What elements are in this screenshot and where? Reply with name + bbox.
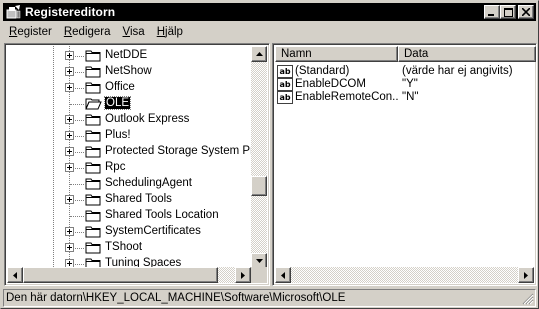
expand-icon[interactable] [65, 115, 74, 124]
arrow-right-icon [524, 271, 528, 279]
registry-values-list[interactable]: Namn Data ab (Standard) (värde har ej angi… [272, 43, 537, 286]
tree-connector [70, 184, 84, 185]
tree-node-label: Shared Tools Location [105, 209, 219, 221]
tree-horizontal-scrollbar[interactable] [7, 267, 251, 283]
folder-icon [85, 81, 102, 94]
tree-node[interactable]: Rpc [7, 160, 251, 176]
expand-icon[interactable] [65, 163, 74, 172]
folder-icon [85, 145, 102, 158]
arrow-down-icon [255, 259, 263, 263]
menu-help[interactable]: Hjälp [151, 26, 189, 38]
arrow-left-icon [281, 271, 285, 279]
tree-node[interactable]: Outlook Express [7, 112, 251, 128]
tree-node[interactable]: Protected Storage System Pr [7, 144, 251, 160]
registry-editor-icon [6, 4, 22, 20]
maximize-icon [503, 7, 513, 17]
status-path: Den här datorn\HKEY_LOCAL_MACHINE\Softwa… [6, 292, 346, 304]
scroll-up-button[interactable] [251, 46, 267, 62]
tree-node[interactable]: SchedulingAgent [7, 176, 251, 192]
menu-view[interactable]: Visa [117, 26, 151, 38]
expand-icon[interactable] [65, 51, 74, 60]
tree-node-label: Office [105, 81, 135, 93]
caption-buttons [484, 5, 534, 19]
string-value-icon: ab [277, 90, 293, 104]
expand-icon[interactable] [65, 147, 74, 156]
tree-connector [70, 216, 84, 217]
expand-icon[interactable] [65, 131, 74, 140]
tree-node[interactable]: SystemCertificates [7, 224, 251, 240]
tree-node[interactable]: NetShow [7, 64, 251, 80]
scroll-thumb[interactable] [23, 267, 218, 283]
arrow-right-icon [241, 271, 245, 279]
tree-node-label: SchedulingAgent [105, 177, 192, 189]
tree-node-label: SystemCertificates [105, 225, 201, 237]
tree-node-label: Rpc [105, 161, 126, 173]
expand-icon[interactable] [65, 195, 74, 204]
minimize-icon [488, 14, 494, 16]
title-bar[interactable]: Registereditorn [3, 3, 536, 21]
folder-icon [85, 113, 102, 126]
folder-icon [85, 129, 102, 142]
list-item[interactable]: ab EnableRemoteCon... "N" [275, 89, 418, 105]
column-header-data[interactable]: Data [398, 46, 536, 62]
expand-icon[interactable] [65, 227, 74, 236]
status-bar: Den här datorn\HKEY_LOCAL_MACHINE\Softwa… [3, 289, 536, 307]
resize-grip-icon[interactable] [522, 293, 534, 305]
tree-node[interactable]: NetDDE [7, 48, 251, 64]
tree-node-label: Shared Tools [105, 193, 172, 205]
tree-vertical-scrollbar[interactable] [251, 46, 267, 269]
expand-icon[interactable] [65, 243, 74, 252]
arrow-up-icon [255, 52, 263, 56]
expand-icon[interactable] [65, 83, 74, 92]
folder-icon [85, 241, 102, 254]
tree-node[interactable]: Shared Tools Location [7, 208, 251, 224]
tree-node-label: Plus! [105, 129, 131, 141]
registry-key-tree[interactable]: NetDDE NetShow Office OLE Outlook Express Plu… [4, 43, 270, 286]
registry-editor-window: Registereditorn Register Redigera Visa H… [0, 0, 539, 309]
value-name-cell: ab EnableRemoteCon... [275, 90, 398, 104]
value-data: "N" [402, 91, 419, 103]
tree-node-label: NetShow [105, 65, 152, 77]
scroll-right-button[interactable] [235, 267, 251, 283]
tree-node-label: TShoot [105, 241, 143, 253]
list-horizontal-scrollbar[interactable] [275, 267, 534, 283]
maximize-button[interactable] [500, 5, 516, 19]
scroll-right-button[interactable] [518, 267, 534, 283]
menu-bar: Register Redigera Visa Hjälp [3, 22, 536, 41]
tree-node[interactable]: Plus! [7, 128, 251, 144]
close-button[interactable] [518, 5, 534, 19]
tree-node[interactable]: Office [7, 80, 251, 96]
folder-icon [85, 65, 102, 78]
folder-icon [85, 193, 102, 206]
expand-icon[interactable] [65, 67, 74, 76]
tree-content: NetDDE NetShow Office OLE Outlook Express Plu… [7, 46, 251, 269]
folder-icon [85, 209, 102, 222]
scroll-thumb[interactable] [251, 176, 267, 196]
arrow-left-icon [13, 271, 17, 279]
scroll-left-button[interactable] [275, 267, 291, 283]
folder-icon [85, 225, 102, 238]
tree-node[interactable]: OLE [7, 96, 251, 112]
tree-node[interactable]: TShoot [7, 240, 251, 256]
folder-icon [85, 49, 102, 62]
open-folder-icon [85, 97, 102, 110]
tree-node-label: Outlook Express [105, 113, 190, 125]
tree-node-label: Protected Storage System Pr [105, 145, 251, 157]
value-name: EnableRemoteCon... [295, 91, 398, 103]
folder-icon [85, 161, 102, 174]
tree-node[interactable]: Shared Tools [7, 192, 251, 208]
tree-node-label: NetDDE [105, 49, 148, 61]
folder-icon [85, 177, 102, 190]
tree-connector [70, 104, 84, 105]
column-header-name[interactable]: Namn [275, 46, 398, 62]
scroll-corner [251, 267, 267, 283]
menu-register[interactable]: Register [3, 26, 58, 38]
list-header: Namn Data [275, 46, 536, 62]
close-icon [522, 8, 530, 16]
minimize-button[interactable] [484, 5, 500, 19]
window-title: Registereditorn [25, 5, 116, 19]
tree-node-label: OLE [103, 96, 132, 110]
scroll-left-button[interactable] [7, 267, 23, 283]
menu-edit[interactable]: Redigera [58, 26, 117, 38]
